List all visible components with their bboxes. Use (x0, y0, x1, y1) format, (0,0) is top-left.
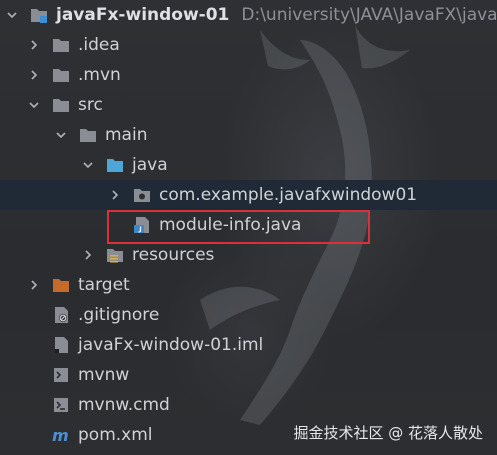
tree-item-label: target (78, 275, 130, 295)
watermark-text: 掘金技术社区 @ 花落人散处 (293, 424, 483, 442)
resources-folder-icon (105, 246, 125, 264)
tree-item-label: mvnw (78, 365, 130, 385)
chevron-right-icon[interactable] (27, 38, 41, 52)
tree-row-idea[interactable]: .idea (0, 30, 497, 60)
tree-item-label: main (105, 125, 148, 145)
chevron-down-icon[interactable] (81, 158, 95, 172)
tree-item-label: src (78, 95, 103, 115)
tree-row-src[interactable]: src (0, 90, 497, 120)
chevron-down-icon[interactable] (54, 128, 68, 142)
tree-item-label: mvnw.cmd (78, 395, 170, 415)
source-folder-icon (105, 156, 125, 174)
project-name: javaFx-window-01 (56, 5, 230, 25)
tree-row-mvn[interactable]: .mvn (0, 60, 497, 90)
excluded-folder-icon (51, 276, 71, 294)
tree-row-project-root[interactable]: javaFx-window-01 D:\university\JAVA\Java… (0, 0, 497, 30)
iml-file-icon (51, 336, 71, 354)
chevron-down-icon[interactable] (27, 98, 41, 112)
tree-item-label: pom.xml (78, 425, 153, 445)
tree-row-resources[interactable]: resources (0, 240, 497, 270)
chevron-right-icon[interactable] (27, 278, 41, 292)
terminal-file-icon (51, 366, 71, 384)
tree-item-label: java (132, 155, 168, 175)
tree-row-iml[interactable]: javaFx-window-01.iml (0, 330, 497, 360)
tree-row-module-info[interactable]: module-info.java (0, 210, 497, 240)
tree-row-mvnw[interactable]: mvnw (0, 360, 497, 390)
chevron-right-icon[interactable] (108, 188, 122, 202)
folder-icon (78, 126, 98, 144)
chevron-right-icon[interactable] (81, 248, 95, 262)
svg-text:m: m (52, 426, 69, 444)
folder-icon (51, 96, 71, 114)
chevron-down-icon[interactable] (5, 8, 19, 22)
folder-icon (51, 66, 71, 84)
tree-row-target[interactable]: target (0, 270, 497, 300)
tree-item-label: .gitignore (78, 305, 160, 325)
module-folder-icon (29, 6, 49, 24)
cmd-file-icon (51, 396, 71, 414)
project-path: D:\university\JAVA\JavaFX\java (241, 5, 497, 25)
folder-icon (51, 36, 71, 54)
tree-item-label: javaFx-window-01.iml (78, 335, 264, 355)
tree-row-package[interactable]: com.example.javafxwindow01 (0, 180, 497, 210)
tree-item-label: .idea (78, 35, 120, 55)
tree-row-mvnw-cmd[interactable]: mvnw.cmd (0, 390, 497, 420)
tree-item-label: resources (132, 245, 215, 265)
chevron-right-icon[interactable] (27, 68, 41, 82)
tree-item-label: .mvn (78, 65, 121, 85)
tree-item-label: module-info.java (159, 215, 302, 235)
tree-row-java[interactable]: java (0, 150, 497, 180)
package-icon (132, 186, 152, 204)
tree-item-label: com.example.javafxwindow01 (159, 185, 418, 205)
tree-row-main[interactable]: main (0, 120, 497, 150)
maven-file-icon: m (51, 426, 71, 444)
ignore-file-icon (51, 306, 71, 324)
tree-row-gitignore[interactable]: .gitignore (0, 300, 497, 330)
java-file-icon (132, 216, 152, 234)
